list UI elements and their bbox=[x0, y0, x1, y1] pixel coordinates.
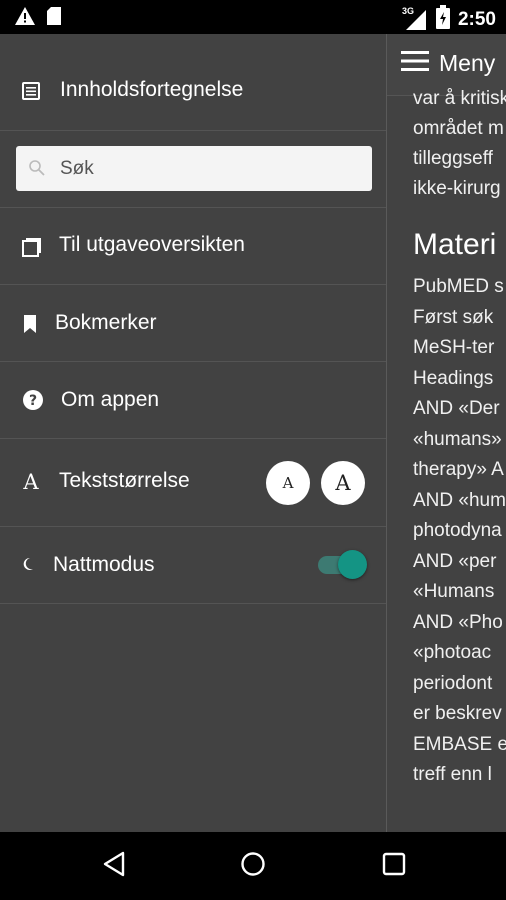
toggle-thumb bbox=[338, 550, 367, 579]
back-icon bbox=[102, 851, 126, 882]
article-body: var å kritisk området m tilleggseff ikke… bbox=[413, 88, 506, 791]
home-button[interactable] bbox=[233, 846, 273, 886]
bookmark-icon bbox=[22, 314, 38, 334]
status-time: 2:50 bbox=[457, 8, 496, 30]
search-input[interactable] bbox=[60, 146, 360, 191]
drawer-item-label: Innholdsfortegnelse bbox=[60, 78, 244, 101]
article-content[interactable]: Meny var å kritisk området m tilleggseff… bbox=[386, 34, 506, 832]
drawer-item-label: Bokmerker bbox=[55, 311, 157, 334]
svg-text:A: A bbox=[22, 470, 39, 492]
recents-button[interactable] bbox=[374, 846, 414, 886]
drawer-item-issues[interactable]: Til utgaveoversikten bbox=[0, 208, 386, 285]
drawer-item-label: Nattmodus bbox=[53, 553, 155, 576]
drawer-item-text-size: A Tekststørrelse A A bbox=[0, 439, 386, 527]
search-section bbox=[0, 131, 386, 208]
moon-icon bbox=[22, 557, 34, 571]
signal-icon: 3G bbox=[402, 6, 428, 32]
menu-button[interactable]: Meny bbox=[401, 50, 495, 77]
drawer-item-label: Til utgaveoversikten bbox=[59, 233, 245, 256]
svg-text:?: ? bbox=[29, 393, 37, 409]
drawer-item-bookmarks[interactable]: Bokmerker bbox=[0, 285, 386, 362]
search-icon bbox=[28, 159, 46, 182]
recents-icon bbox=[382, 852, 406, 881]
font-size-small-button[interactable]: A bbox=[266, 461, 310, 505]
drawer-item-about[interactable]: ? Om appen bbox=[0, 362, 386, 439]
night-mode-toggle[interactable] bbox=[316, 549, 368, 579]
article-paragraph: PubMED s Først søk MeSH-ter Headings AND… bbox=[413, 276, 506, 785]
list-icon bbox=[22, 82, 40, 100]
sd-card-icon bbox=[46, 6, 62, 31]
drawer-item-label: Om appen bbox=[61, 388, 160, 411]
back-button[interactable] bbox=[94, 846, 134, 886]
help-icon: ? bbox=[22, 389, 44, 411]
drawer-item-label: Tekststørrelse bbox=[59, 469, 190, 492]
search-box[interactable] bbox=[16, 146, 372, 191]
article-heading: Materi bbox=[413, 228, 497, 261]
drawer-item-table-of-contents[interactable]: Innholdsfortegnelse bbox=[0, 34, 386, 131]
home-icon bbox=[240, 851, 266, 882]
battery-icon bbox=[435, 5, 450, 34]
navigation-bar bbox=[0, 832, 506, 900]
warning-icon bbox=[14, 6, 36, 31]
navigation-drawer: Innholdsfortegnelse Til utgaveoversikten… bbox=[0, 34, 386, 832]
hamburger-icon bbox=[401, 50, 429, 77]
status-bar: 3G 2:50 bbox=[0, 0, 506, 34]
text-size-icon: A bbox=[21, 470, 41, 492]
article-intro: var å kritisk området m tilleggseff ikke… bbox=[413, 88, 506, 199]
font-size-large-button[interactable]: A bbox=[321, 461, 365, 505]
menu-label: Meny bbox=[439, 50, 496, 76]
issues-icon bbox=[22, 237, 42, 257]
drawer-item-night-mode[interactable]: Nattmodus bbox=[0, 527, 386, 604]
